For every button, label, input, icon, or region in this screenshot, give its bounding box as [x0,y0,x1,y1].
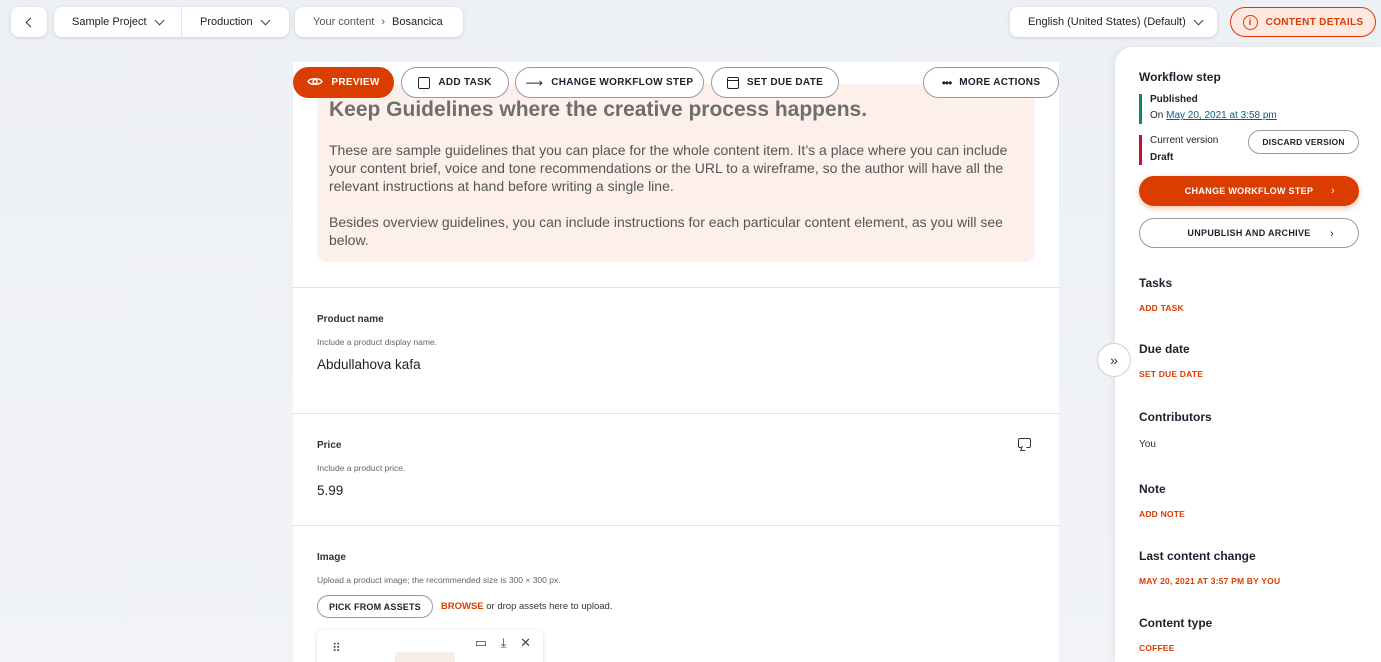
field-label: Product name [317,314,384,325]
published-date: On May 20, 2021 at 3:58 pm [1150,110,1381,121]
close-icon[interactable]: ✕ [520,635,531,650]
environment-dropdown[interactable]: Production [182,7,289,37]
drag-handle-icon[interactable]: ⠿ [332,641,341,655]
preview-button[interactable]: PREVIEW [293,67,394,98]
language-dropdown[interactable]: English (United States) (Default) [1010,7,1217,37]
field-product-name: Product name Include a product display n… [293,287,1059,413]
back-button[interactable] [11,7,47,37]
action-bar: PREVIEW ADD TASK ⟶ CHANGE WORKFLOW STEP … [293,67,1059,99]
last-change-heading: Last content change [1139,549,1256,563]
set-due-date-button[interactable]: SET DUE DATE [711,67,839,98]
upload-hint: BROWSE or drop assets here to upload. [441,601,613,612]
comment-icon[interactable]: ▭ [475,635,487,650]
arrow-right-icon: ⟶ [525,75,544,90]
checkbox-icon [418,76,431,89]
drop-hint: or drop assets here to upload. [486,601,613,612]
project-name: Sample Project [72,16,147,28]
comment-icon[interactable] [1018,438,1031,448]
field-label: Image [317,552,346,563]
chevron-right-icon: › [1330,228,1334,240]
published-indicator [1139,94,1142,124]
price-input[interactable]: 5.99 [317,483,1059,498]
set-due-date-label: SET DUE DATE [746,77,824,88]
breadcrumb-separator: › [381,16,386,28]
tasks-section: Tasks ADD TASK [1139,276,1381,313]
breadcrumb-root[interactable]: Your content [313,16,374,28]
change-workflow-button[interactable]: ⟶ CHANGE WORKFLOW STEP [515,67,704,98]
project-switcher: Sample Project Production [54,7,289,37]
more-actions-button[interactable]: ••• MORE ACTIONS [923,67,1059,98]
preview-label: PREVIEW [331,77,380,88]
add-note-link[interactable]: ADD NOTE [1139,509,1381,519]
calendar-icon [726,76,739,89]
field-label: Price [317,440,342,451]
current-version-status: Current version Draft DISCARD VERSION [1139,130,1381,165]
asset-thumbnail [395,652,455,662]
asset-tile[interactable]: ⠿ ▭ ⤓ ✕ [317,630,543,662]
chevron-down-icon [154,15,165,25]
chevron-right-icon: › [1331,185,1335,197]
unpublish-archive-button[interactable]: UNPUBLISH AND ARCHIVE › [1139,218,1359,248]
browse-link[interactable]: BROWSE [441,601,484,612]
content-type-value[interactable]: COFFEE [1139,643,1381,653]
contributors-section: Contributors You [1139,410,1381,450]
double-chevron-right-icon: » [1110,352,1118,368]
chevron-left-icon [25,17,36,27]
collapse-sidebar-button[interactable]: » [1097,343,1131,377]
add-task-button[interactable]: ADD TASK [401,67,509,98]
chevron-down-icon [1193,15,1204,25]
note-section: Note ADD NOTE [1139,482,1381,519]
project-dropdown[interactable]: Sample Project [54,7,182,37]
change-workflow-step-label: CHANGE WORKFLOW STEP [1184,186,1314,196]
published-prefix: On [1150,110,1164,121]
set-due-date-link[interactable]: SET DUE DATE [1139,369,1381,379]
last-change-section: Last content change MAY 20, 2021 AT 3:57… [1139,549,1381,586]
eye-icon [307,76,324,90]
guidelines-paragraph: Besides overview guidelines, you can inc… [329,214,1003,248]
contributors-heading: Contributors [1139,410,1212,424]
note-heading: Note [1139,482,1166,496]
last-change-value: MAY 20, 2021 AT 3:57 PM BY YOU [1139,576,1281,586]
published-label: Published [1150,94,1198,105]
field-hint: Upload a product image; the recommended … [317,575,561,585]
guidelines-paragraph: These are sample guidelines that you can… [329,142,1008,194]
breadcrumb: Your content › Bosancica [295,7,463,37]
info-icon: i [1242,14,1258,30]
field-image: Image Upload a product image; the recomm… [293,525,1059,662]
contributors-value: You [1139,439,1156,450]
published-date-link[interactable]: May 20, 2021 at 3:58 pm [1166,110,1277,121]
content-type-section: Content type COFFEE [1139,616,1381,653]
guidelines-panel: Keep Guidelines where the creative proce… [317,84,1035,262]
change-workflow-step-button[interactable]: CHANGE WORKFLOW STEP › [1139,176,1359,206]
due-date-section: Due date SET DUE DATE [1139,342,1381,379]
published-status: Published On May 20, 2021 at 3:58 pm [1139,94,1381,124]
unpublish-archive-label: UNPUBLISH AND ARCHIVE [1187,228,1311,238]
change-workflow-label: CHANGE WORKFLOW STEP [551,77,694,88]
download-icon[interactable]: ⤓ [501,635,507,650]
content-details-button[interactable]: i CONTENT DETAILS [1230,7,1376,37]
tasks-heading: Tasks [1139,276,1173,290]
add-task-label: ADD TASK [438,77,492,88]
discard-version-button[interactable]: DISCARD VERSION [1248,130,1359,154]
workflow-heading: Workflow step [1139,70,1221,84]
language-label: English (United States) (Default) [1028,16,1186,28]
content-details-panel: Workflow step Published On May 20, 2021 … [1115,47,1381,662]
field-hint: Include a product display name. [317,337,438,347]
breadcrumb-current: Bosancica [392,16,443,28]
product-name-input[interactable]: Abdullahova kafa [317,357,1059,372]
content-editor: Keep Guidelines where the creative proce… [293,62,1059,662]
draft-indicator [1139,135,1142,165]
due-date-heading: Due date [1139,342,1190,356]
guidelines-title: Keep Guidelines where the creative proce… [329,98,868,121]
field-hint: Include a product price. [317,463,406,473]
more-actions-label: MORE ACTIONS [959,77,1041,88]
add-task-link[interactable]: ADD TASK [1139,303,1381,313]
more-dots-icon: ••• [941,75,953,90]
content-details-label: CONTENT DETAILS [1265,16,1364,28]
pick-from-assets-button[interactable]: PICK FROM ASSETS [317,595,433,618]
field-price: Price Include a product price. 5.99 [293,413,1059,525]
content-type-heading: Content type [1139,616,1213,630]
chevron-down-icon [260,15,271,25]
environment-name: Production [200,16,253,28]
